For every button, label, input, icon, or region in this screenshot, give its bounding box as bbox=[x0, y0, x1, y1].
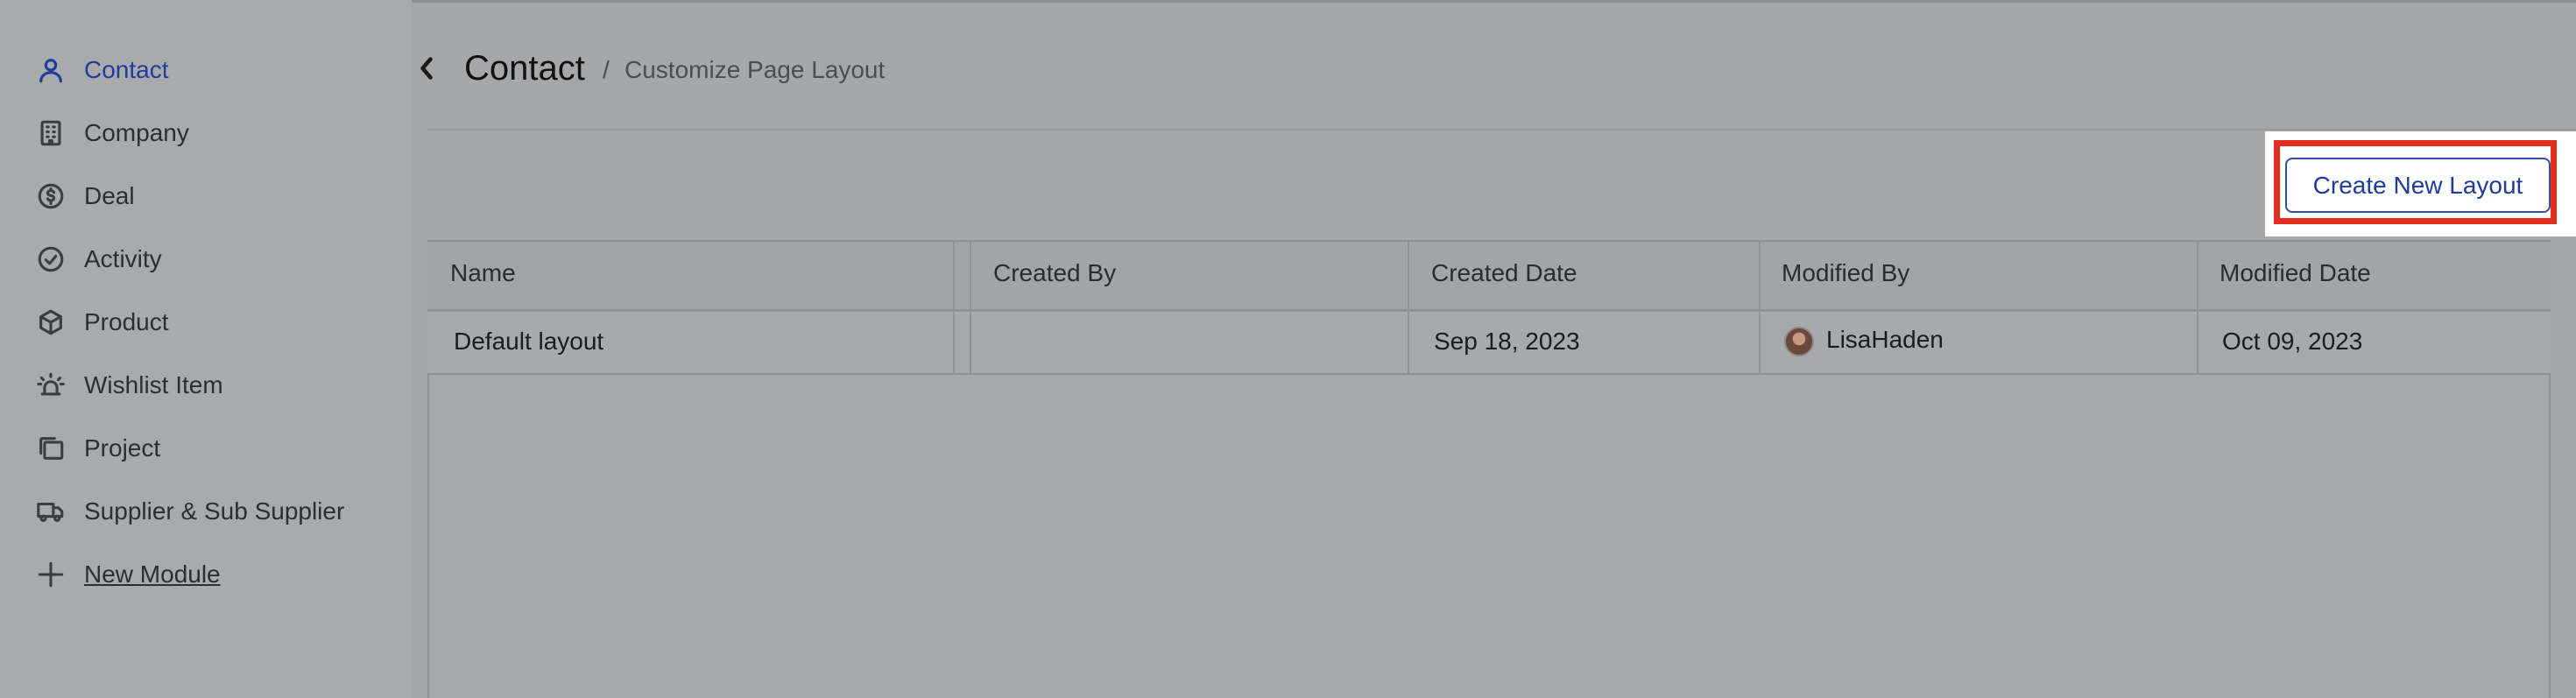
plus-icon bbox=[33, 557, 68, 592]
sidebar: Contact Company Deal Activity Product Wi… bbox=[0, 0, 412, 698]
sidebar-item-label: Activity bbox=[84, 245, 162, 272]
sidebar-item-label: Wishlist Item bbox=[84, 371, 223, 398]
siren-icon bbox=[33, 368, 68, 403]
building-icon bbox=[33, 116, 68, 151]
create-new-layout-button[interactable]: Create New Layout bbox=[2285, 158, 2551, 213]
cell-modified-date: Oct 09, 2023 bbox=[2222, 328, 2363, 355]
sidebar-item-project[interactable]: Project bbox=[33, 422, 401, 475]
sidebar-item-label: Supplier & Sub Supplier bbox=[84, 497, 345, 525]
sidebar-item-new-module[interactable]: New Module bbox=[33, 548, 401, 601]
chevron-left-icon bbox=[420, 57, 433, 80]
breadcrumb-separator: / bbox=[603, 56, 610, 83]
sidebar-item-activity[interactable]: Activity bbox=[33, 233, 401, 286]
sidebar-item-deal[interactable]: Deal bbox=[33, 170, 401, 222]
column-header-created-by[interactable]: Created By bbox=[993, 259, 1116, 287]
column-divider bbox=[1759, 242, 1761, 373]
sidebar-item-label: Contact bbox=[84, 56, 169, 83]
sidebar-item-label: Deal bbox=[84, 182, 135, 209]
sidebar-item-contact[interactable]: Contact bbox=[33, 44, 401, 96]
box-icon bbox=[33, 305, 68, 340]
check-circle-icon bbox=[33, 242, 68, 277]
sidebar-item-company[interactable]: Company bbox=[33, 107, 401, 159]
breadcrumb: Customize Page Layout bbox=[625, 56, 886, 83]
column-header-created-date[interactable]: Created Date bbox=[1431, 259, 1577, 287]
user-icon bbox=[33, 53, 68, 88]
cell-modified-by: LisaHaden bbox=[1826, 326, 1944, 353]
sidebar-item-label: Product bbox=[84, 308, 169, 335]
column-header-name[interactable]: Name bbox=[450, 259, 516, 287]
sidebar-item-supplier[interactable]: Supplier & Sub Supplier bbox=[33, 485, 401, 538]
header-divider bbox=[427, 129, 2576, 130]
truck-icon bbox=[33, 494, 68, 529]
column-divider bbox=[970, 242, 971, 373]
folders-icon bbox=[33, 431, 68, 466]
sidebar-item-label: Company bbox=[84, 119, 189, 146]
sidebar-item-label: Project bbox=[84, 434, 161, 462]
column-divider bbox=[1408, 242, 1409, 373]
dollar-circle-icon bbox=[33, 179, 68, 214]
back-button[interactable] bbox=[413, 51, 440, 86]
page-title: Contact bbox=[464, 49, 585, 88]
column-resizer[interactable] bbox=[953, 242, 955, 373]
sidebar-item-wishlist-item[interactable]: Wishlist Item bbox=[33, 359, 401, 412]
column-divider bbox=[2197, 242, 2198, 373]
sidebar-item-product[interactable]: Product bbox=[33, 296, 401, 349]
avatar bbox=[1784, 327, 1814, 356]
column-header-modified-date[interactable]: Modified Date bbox=[2220, 259, 2371, 287]
column-header-modified-by[interactable]: Modified By bbox=[1782, 259, 1909, 287]
cell-name[interactable]: Default layout bbox=[454, 328, 603, 356]
sidebar-item-label: New Module bbox=[84, 561, 221, 588]
cell-created-date: Sep 18, 2023 bbox=[1434, 328, 1580, 355]
